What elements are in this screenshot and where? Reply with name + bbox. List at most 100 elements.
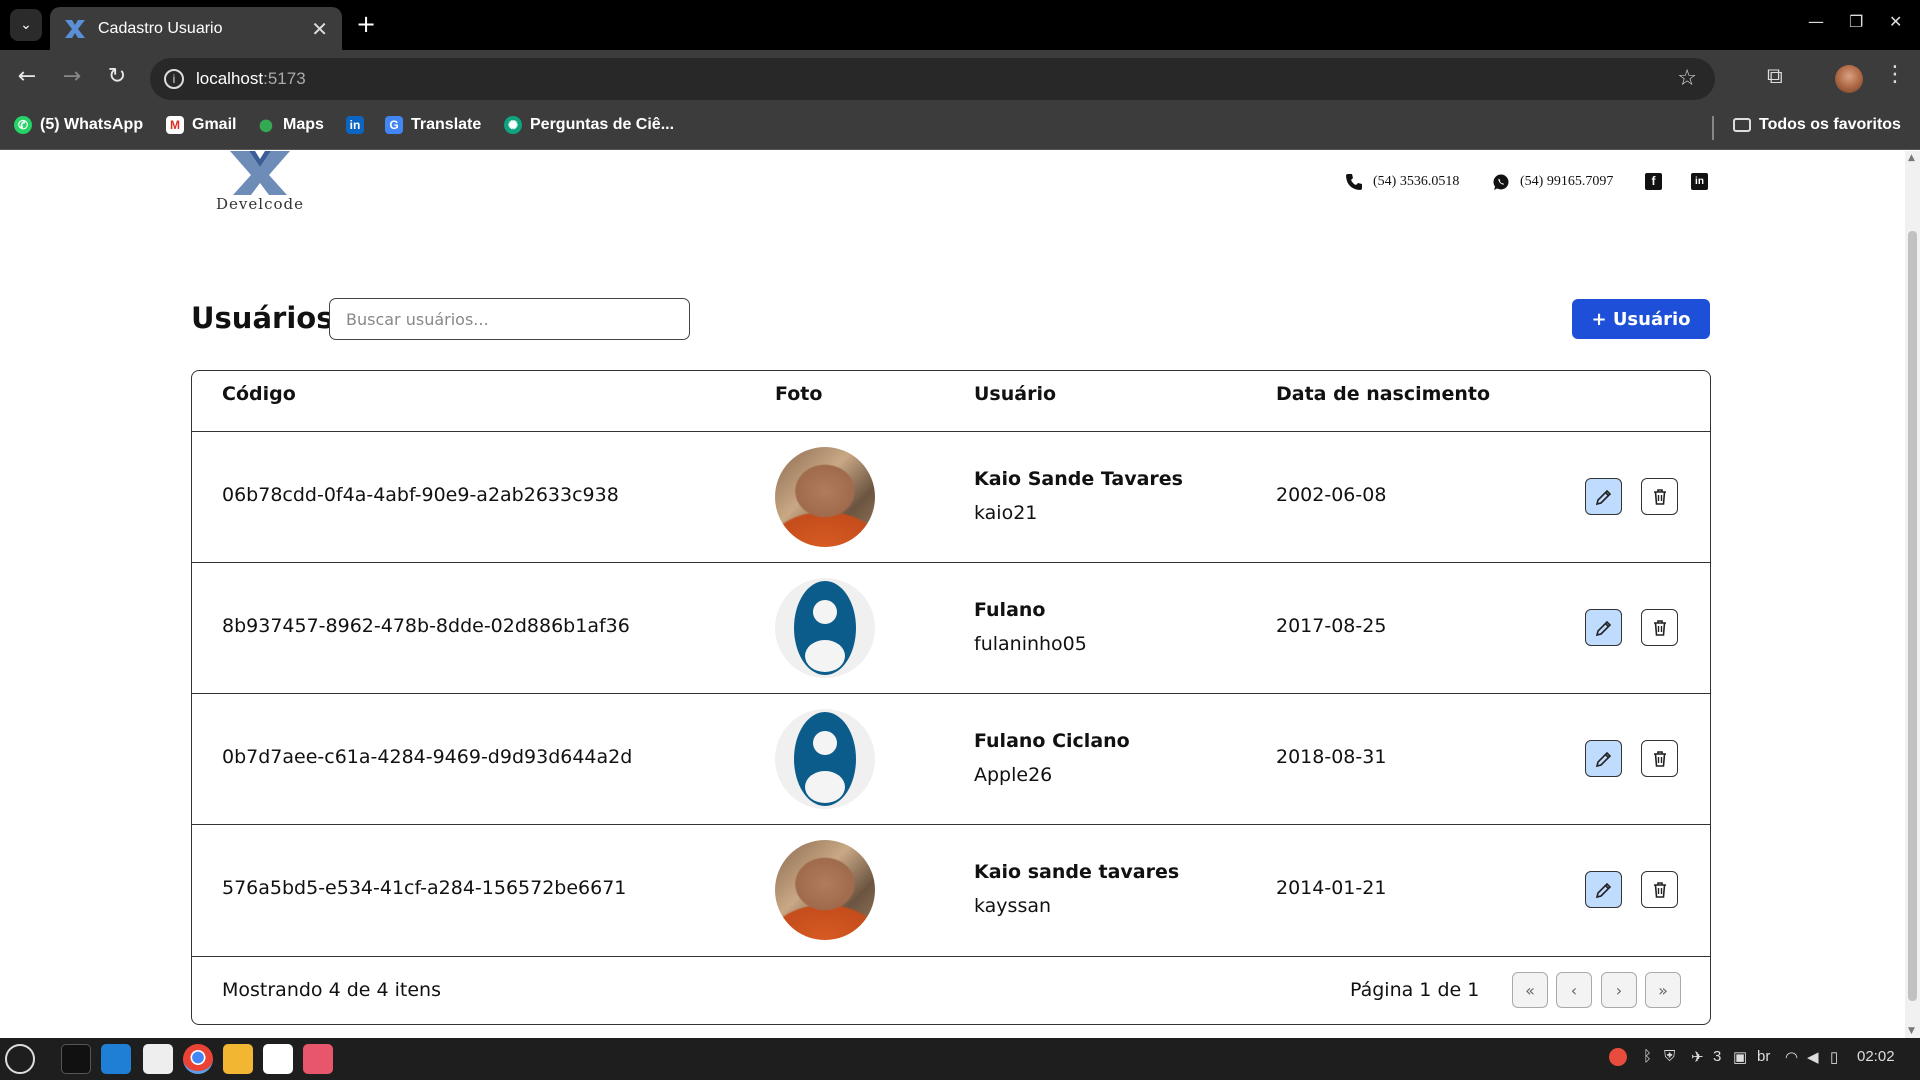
inkscape-icon[interactable] (143, 1044, 173, 1074)
first-page-icon[interactable]: « (1512, 972, 1548, 1008)
linkedin-icon: in (346, 116, 364, 134)
bookmark-maps[interactable]: ⬤ Maps (257, 116, 324, 134)
clock[interactable]: 02:02 (1857, 1048, 1895, 1065)
last-page-icon[interactable]: » (1645, 972, 1681, 1008)
os-taskbar: ᛒ ⛨ ✈ 3 ▣ br ◠ ◀ ▯ 02:02 (0, 1038, 1920, 1080)
close-window-icon[interactable]: ✕ (1889, 12, 1902, 31)
delete-button[interactable] (1641, 478, 1678, 515)
scroll-down-icon[interactable]: ▼ (1908, 1026, 1915, 1036)
chrome-icon[interactable] (183, 1044, 213, 1074)
facebook-icon[interactable]: f (1645, 173, 1662, 190)
whatsapp-contact[interactable]: (54) 99165.7097 (1492, 173, 1613, 191)
minimize-icon[interactable]: — (1808, 12, 1824, 31)
maps-pin-icon: ⬤ (259, 118, 273, 132)
menu-dots-icon[interactable]: ⋮ (1884, 62, 1906, 87)
bookmark-whatsapp[interactable]: ✆ (5) WhatsApp (14, 116, 143, 134)
develcode-x-icon (230, 151, 290, 195)
page-scrollbar[interactable]: ▲ ▼ (1905, 151, 1920, 1038)
pencil-icon (1595, 882, 1611, 898)
extensions-icon[interactable]: ⧉ (1767, 64, 1783, 89)
start-menu-icon[interactable] (5, 1044, 35, 1074)
delete-button[interactable] (1641, 740, 1678, 777)
profile-avatar[interactable] (1835, 65, 1863, 93)
restore-icon[interactable]: ❐ (1849, 12, 1863, 31)
delete-button[interactable] (1641, 871, 1678, 908)
tab-close-icon[interactable]: ✕ (311, 17, 328, 41)
trash-icon (1653, 619, 1666, 636)
shield-icon[interactable]: ⛨ (1664, 1048, 1675, 1065)
url-text[interactable]: localhost:5173 (196, 69, 306, 89)
terminal-icon[interactable] (61, 1044, 91, 1074)
phone-contact[interactable]: (54) 3536.0518 (1345, 173, 1459, 191)
gmail-icon: M (166, 116, 184, 134)
previous-page-icon[interactable]: ‹ (1556, 972, 1592, 1008)
translate-icon: G (385, 116, 403, 134)
recording-icon[interactable] (1609, 1048, 1627, 1066)
linkedin-icon[interactable]: in (1691, 173, 1708, 190)
volume-icon[interactable]: ◀ (1807, 1048, 1819, 1066)
column-header-photo: Foto (775, 383, 823, 405)
user-code: 576a5bd5-e534-41cf-a284-156572be6671 (222, 877, 627, 899)
page-info: Página 1 de 1 (1350, 979, 1480, 1001)
vscode-icon[interactable] (101, 1044, 131, 1074)
site-info-icon[interactable]: i (164, 69, 184, 89)
whatsapp-icon: ✆ (14, 116, 32, 134)
bookmark-linkedin[interactable]: in (346, 116, 364, 134)
back-icon[interactable]: ← (12, 64, 42, 89)
delete-button[interactable] (1641, 609, 1678, 646)
notification-icon[interactable]: ✈ (1691, 1048, 1704, 1066)
user-login: Apple26 (974, 764, 1053, 786)
bookmark-label: Translate (411, 116, 482, 133)
all-bookmarks-label: Todos os favoritos (1759, 116, 1901, 133)
battery-icon[interactable]: ▯ (1830, 1048, 1838, 1066)
keyboard-layout[interactable]: br (1757, 1048, 1770, 1065)
user-login: kayssan (974, 895, 1052, 917)
bookmark-translate[interactable]: G Translate (385, 116, 481, 134)
bookmark-gmail[interactable]: M Gmail (166, 116, 236, 134)
column-header-user: Usuário (974, 383, 1057, 405)
user-photo (775, 709, 875, 809)
develcode-favicon-icon (65, 19, 85, 38)
all-bookmarks[interactable]: Todos os favoritos (1733, 116, 1901, 134)
figma-icon[interactable] (263, 1044, 293, 1074)
next-page-icon[interactable]: › (1601, 972, 1637, 1008)
address-bar[interactable]: i localhost:5173 ☆ (150, 58, 1715, 100)
logo-text: Develcode (216, 195, 304, 213)
bluetooth-icon[interactable]: ᛒ (1643, 1048, 1652, 1065)
trash-icon (1653, 488, 1666, 505)
url-port: :5173 (263, 69, 306, 88)
edit-button[interactable] (1585, 609, 1622, 646)
user-photo (775, 578, 875, 678)
reload-icon[interactable]: ↻ (102, 64, 132, 89)
edit-button[interactable] (1585, 478, 1622, 515)
items-count: Mostrando 4 de 4 itens (222, 979, 441, 1001)
forward-icon[interactable]: → (57, 64, 87, 89)
page-content: Develcode (54) 3536.0518 (54) 99165.7097… (0, 151, 1905, 1038)
display-icon[interactable]: ▣ (1733, 1048, 1747, 1066)
image-viewer-icon[interactable] (303, 1044, 333, 1074)
add-user-button[interactable]: + Usuário (1572, 299, 1710, 339)
files-icon[interactable] (223, 1044, 253, 1074)
active-tab[interactable]: Cadastro Usuario ✕ (50, 7, 342, 50)
user-name: Kaio sande tavares (974, 861, 1180, 883)
chatgpt-icon: ✺ (504, 116, 522, 134)
folder-icon (1733, 118, 1751, 132)
tab-search-button[interactable]: ⌄ (10, 9, 42, 41)
table-row: 8b937457-8962-478b-8dde-02d886b1af36 Fula… (192, 562, 1710, 693)
pencil-icon (1595, 620, 1611, 636)
bookmark-label: (5) WhatsApp (40, 116, 144, 133)
table-row: 576a5bd5-e534-41cf-a284-156572be6671 Kaio… (192, 824, 1710, 955)
scroll-thumb[interactable] (1908, 231, 1917, 1001)
edit-button[interactable] (1585, 740, 1622, 777)
edit-button[interactable] (1585, 871, 1622, 908)
user-code: 8b937457-8962-478b-8dde-02d886b1af36 (222, 615, 630, 637)
new-tab-button[interactable]: + (354, 10, 378, 38)
bookmark-star-icon[interactable]: ☆ (1677, 66, 1697, 91)
scroll-up-icon[interactable]: ▲ (1908, 153, 1915, 163)
table-footer: Mostrando 4 de 4 itens Página 1 de 1 « ‹… (192, 956, 1710, 1024)
develcode-logo[interactable]: Develcode (205, 151, 315, 221)
bookmarks-separator (1712, 116, 1714, 140)
search-input[interactable] (329, 298, 690, 340)
bookmark-chatgpt[interactable]: ✺ Perguntas de Ciê... (504, 116, 674, 134)
wifi-icon[interactable]: ◠ (1785, 1048, 1798, 1066)
